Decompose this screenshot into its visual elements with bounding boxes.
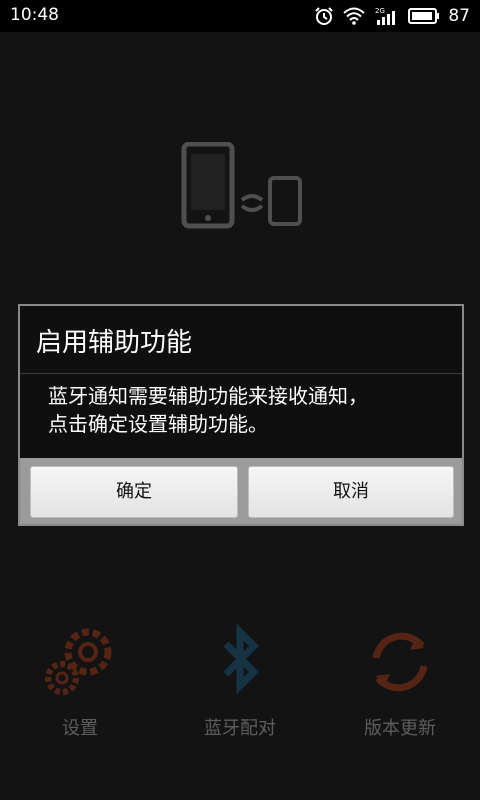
status-bar: 10:48 2G 87 [0,0,480,32]
confirm-button[interactable]: 确定 [30,466,238,518]
battery-percent: 87 [448,6,470,26]
battery-icon [408,8,440,24]
dialog-title: 启用辅助功能 [36,328,193,358]
dialog-title-bar: 启用辅助功能 [20,306,462,374]
accessibility-dialog: 启用辅助功能 蓝牙通知需要辅助功能来接收通知， 点击确定设置辅助功能。 确定 取… [18,304,464,526]
dialog-message: 蓝牙通知需要辅助功能来接收通知， 点击确定设置辅助功能。 [48,384,368,436]
svg-text:2G: 2G [375,7,385,15]
dialog-button-bar: 确定 取消 [20,458,462,524]
alarm-icon [315,7,334,25]
status-icons: 2G 87 [314,4,470,28]
status-time: 10:48 [10,5,59,25]
signal-icon: 2G [375,7,396,25]
screen: 10:48 2G 87 设置 蓝牙配对 版本更新 启用辅助功能 蓝牙通知需要辅助… [0,0,480,800]
cancel-button[interactable]: 取消 [248,466,454,518]
wifi-icon [343,7,366,25]
